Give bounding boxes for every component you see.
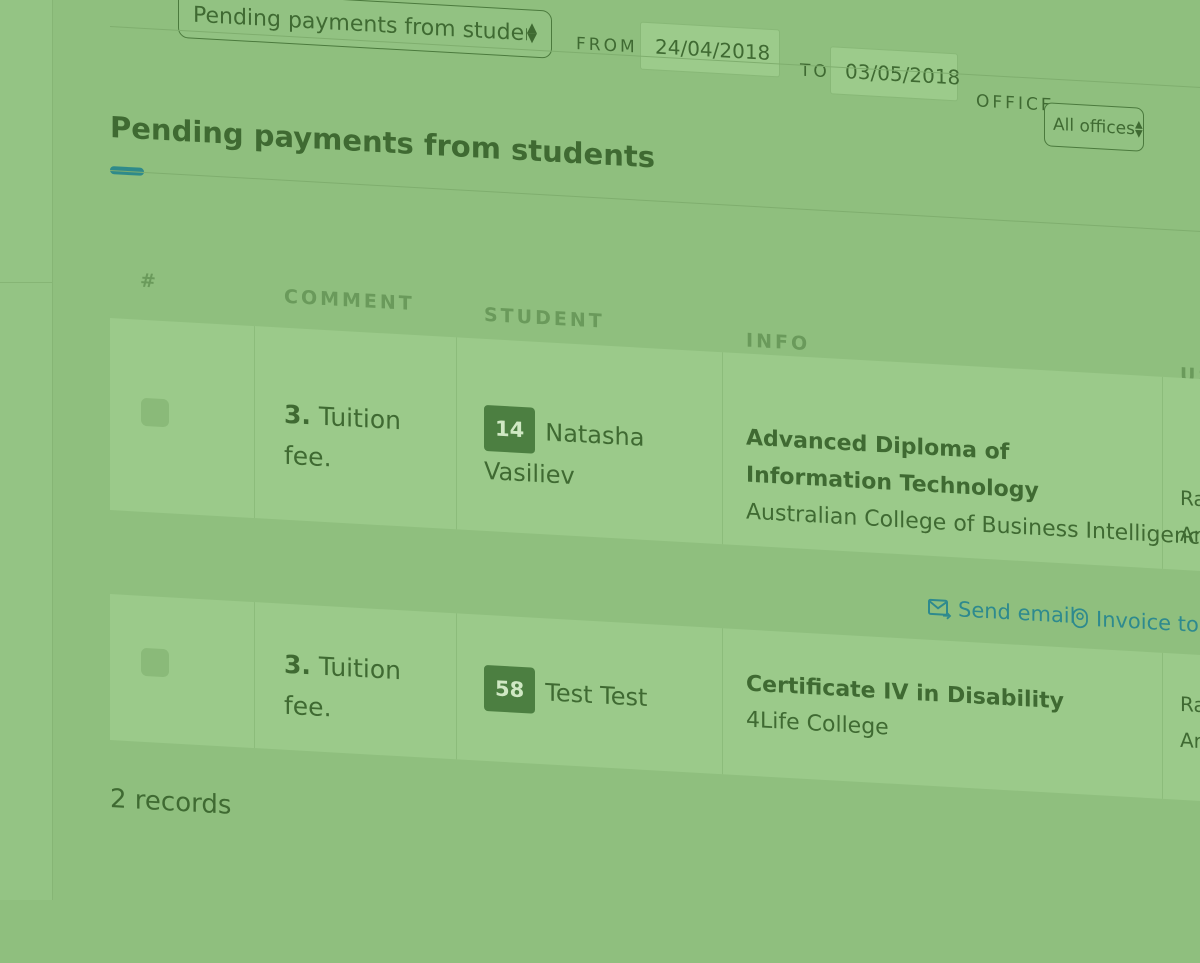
invoice-label: Invoice to stu	[1096, 607, 1200, 639]
comment-cell: 3. Tuition fee.	[284, 394, 444, 485]
office-label: OFFICE	[976, 91, 1055, 116]
comment-number: 3.	[284, 399, 311, 431]
row-checkbox[interactable]	[141, 397, 169, 428]
column-divider	[456, 613, 457, 760]
to-label: TO	[800, 60, 830, 83]
user-cell-line1: Ra	[1180, 485, 1200, 512]
college-name: 4Life College	[746, 707, 889, 741]
to-date-input[interactable]: 03/05/2018	[830, 46, 960, 102]
from-date-input[interactable]: 24/04/2018	[640, 21, 780, 78]
header-student[interactable]: STUDENT	[484, 304, 605, 333]
header-comment[interactable]: COMMENT	[284, 286, 415, 315]
column-divider	[254, 602, 255, 749]
comment-cell: 3. Tuition fee.	[284, 644, 444, 735]
send-email-label: Send email	[958, 597, 1076, 628]
email-icon	[928, 598, 952, 620]
header-info[interactable]: INFO	[746, 330, 810, 356]
main-content: Pending payments from students ▲ ▼ FROM 2…	[0, 0, 1200, 961]
student-name[interactable]: Test Test	[545, 678, 647, 712]
student-cell[interactable]: 14 Natasha Vasiliev	[484, 404, 704, 503]
column-divider	[254, 326, 255, 519]
invoice-icon	[1072, 608, 1088, 629]
records-count: 2 records	[110, 784, 232, 821]
user-cell-line2: Ari	[1180, 727, 1200, 754]
select-arrows-icon: ▲ ▼	[527, 20, 537, 46]
send-email-link[interactable]: Send email	[928, 596, 1075, 628]
office-value: All offices	[1053, 114, 1135, 140]
column-divider	[722, 352, 723, 545]
row-checkbox[interactable]	[141, 647, 169, 678]
report-type-select[interactable]: Pending payments from students ▲ ▼	[178, 0, 552, 59]
select-arrows-icon: ▲ ▼	[1134, 119, 1143, 140]
title-divider	[110, 170, 1200, 233]
office-select[interactable]: All offices ▲ ▼	[1044, 102, 1144, 152]
comment-number: 3.	[284, 649, 311, 681]
student-id-badge: 58	[484, 664, 536, 714]
user-cell-line1: Ra	[1180, 691, 1200, 718]
column-divider	[456, 337, 457, 530]
student-id-badge: 14	[484, 404, 536, 454]
page-title: Pending payments from students	[110, 110, 655, 175]
user-cell-line2: Ari	[1180, 521, 1200, 548]
invoice-link[interactable]: Invoice to stu	[1070, 606, 1200, 639]
column-divider	[1162, 652, 1163, 799]
header-number: #	[140, 269, 159, 293]
